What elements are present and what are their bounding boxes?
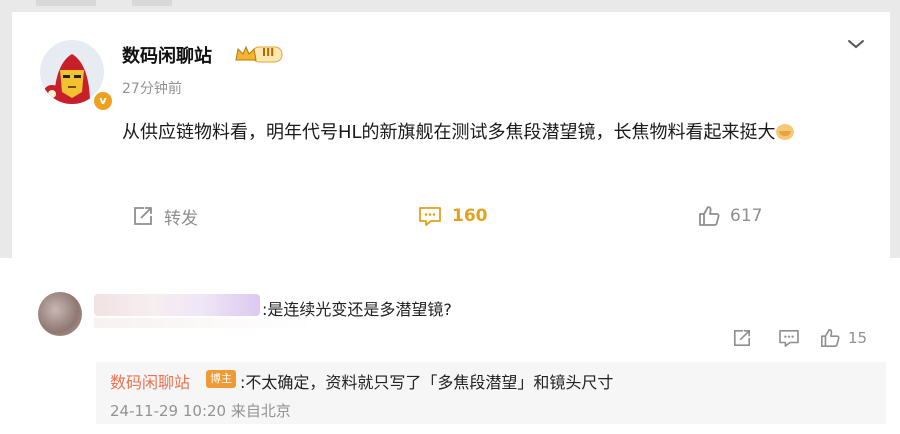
rank-badge: III <box>234 44 284 64</box>
comment-button[interactable]: 160 <box>418 204 488 228</box>
comment-like-count: 15 <box>848 329 868 347</box>
reply-meta: 24-11-29 10:20 来自北京 <box>110 402 291 420</box>
comment-reply-button[interactable] <box>778 328 800 348</box>
commenter-avatar[interactable] <box>38 292 82 336</box>
post-text: 从供应链物料看，明年代号HL的新旗舰在测试多焦段潜望镜，长焦物料看起来挺大 <box>122 122 776 143</box>
verified-badge: v <box>92 90 114 112</box>
chevron-down-icon <box>848 40 864 49</box>
thumbs-up-icon <box>821 329 840 347</box>
like-button[interactable]: 617 <box>698 204 762 228</box>
author-tag: 博主 <box>206 370 236 388</box>
reply-username[interactable]: 数码闲聊站 <box>110 369 190 393</box>
crown-icon <box>235 45 283 63</box>
share-icon <box>733 329 751 347</box>
thumbs-up-icon <box>699 206 720 226</box>
rank-label: III <box>262 46 275 59</box>
like-count: 617 <box>730 206 763 226</box>
comment-count: 160 <box>452 206 488 226</box>
comment-text: :是连续光变还是多潜望镜? <box>262 300 452 319</box>
comment-share-button[interactable] <box>732 328 752 348</box>
repost-icon <box>134 207 152 225</box>
post-content: 从供应链物料看，明年代号HL的新旗舰在测试多焦段潜望镜，长焦物料看起来挺大 <box>122 116 862 149</box>
post-time: 27分钟前 <box>122 81 182 97</box>
comment-icon <box>779 329 799 347</box>
reply-text: :不太确定，资料就只写了「多焦段潜望」和镜头尺寸 <box>240 373 614 392</box>
comment-like-button[interactable]: 15 <box>820 328 867 348</box>
comment-icon <box>419 207 441 226</box>
commenter-name-blurred <box>94 294 260 316</box>
truncated-row-fragment <box>36 0 172 6</box>
repost-label: 转发 <box>164 208 198 229</box>
repost-button[interactable]: 转发 <box>132 204 198 229</box>
more-options-button[interactable] <box>846 36 866 50</box>
post-username[interactable]: 数码闲聊站 <box>122 42 212 68</box>
laughing-emoji-icon <box>775 124 794 140</box>
